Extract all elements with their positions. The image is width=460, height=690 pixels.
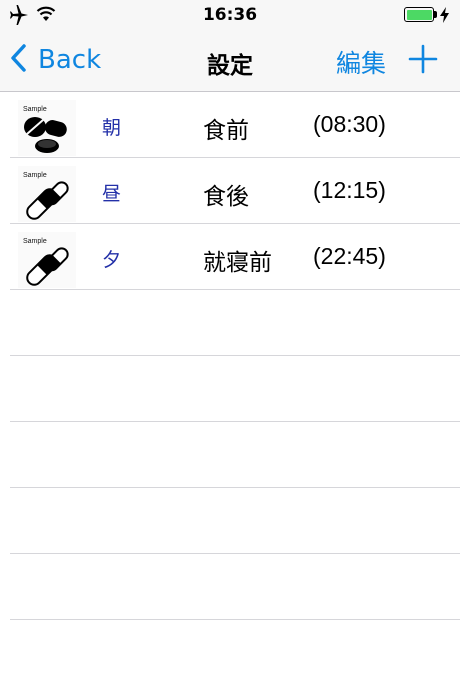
thumbnail-sample-label: Sample (23, 106, 47, 113)
medicine-thumbnail: Sample (18, 100, 76, 156)
medication-schedule-list: Sample 朝 食前 (08:30) Sample 昼 食後 (12:15) … (0, 92, 460, 620)
time-slot-label: 朝 (102, 117, 122, 139)
dosing-timing: 就寝前 (203, 250, 272, 276)
empty-list-row (0, 290, 460, 356)
list-item[interactable]: Sample 夕 就寝前 (22:45) (0, 224, 460, 290)
navigation-bar: Back 設定 編集 (0, 30, 460, 92)
time-slot-label: 昼 (102, 183, 122, 205)
empty-list-row (0, 422, 460, 488)
chevron-left-icon (10, 44, 26, 76)
scheduled-time: (22:45) (313, 243, 386, 269)
charging-bolt-icon (440, 7, 449, 27)
battery-icon (404, 7, 434, 22)
list-item[interactable]: Sample 昼 食後 (12:15) (0, 158, 460, 224)
capsule-icon (26, 181, 69, 220)
medicine-thumbnail: Sample (18, 232, 76, 288)
plus-icon (408, 44, 438, 78)
add-button[interactable] (408, 44, 438, 78)
scheduled-time: (12:15) (313, 177, 386, 203)
status-time: 16:36 (202, 5, 258, 25)
status-bar: 16:36 (0, 0, 460, 30)
time-slot-label: 夕 (102, 249, 122, 271)
empty-list-row (0, 356, 460, 422)
capsule-icon (26, 247, 69, 286)
edit-button[interactable]: 編集 (336, 44, 386, 80)
back-button[interactable]: Back (10, 44, 101, 76)
list-item[interactable]: Sample 朝 食前 (08:30) (0, 92, 460, 158)
dosing-timing: 食前 (203, 118, 249, 144)
thumbnail-sample-label: Sample (23, 172, 47, 179)
battery-level (406, 9, 432, 20)
thumbnail-sample-label: Sample (23, 238, 47, 245)
battery-tip (434, 11, 437, 18)
medicine-thumbnail: Sample (18, 166, 76, 222)
empty-list-row (0, 488, 460, 554)
dosing-timing: 食後 (203, 184, 249, 210)
tablets-icon (24, 117, 67, 153)
empty-list-row (0, 554, 460, 620)
scheduled-time: (08:30) (313, 111, 386, 137)
back-label: Back (38, 45, 102, 75)
